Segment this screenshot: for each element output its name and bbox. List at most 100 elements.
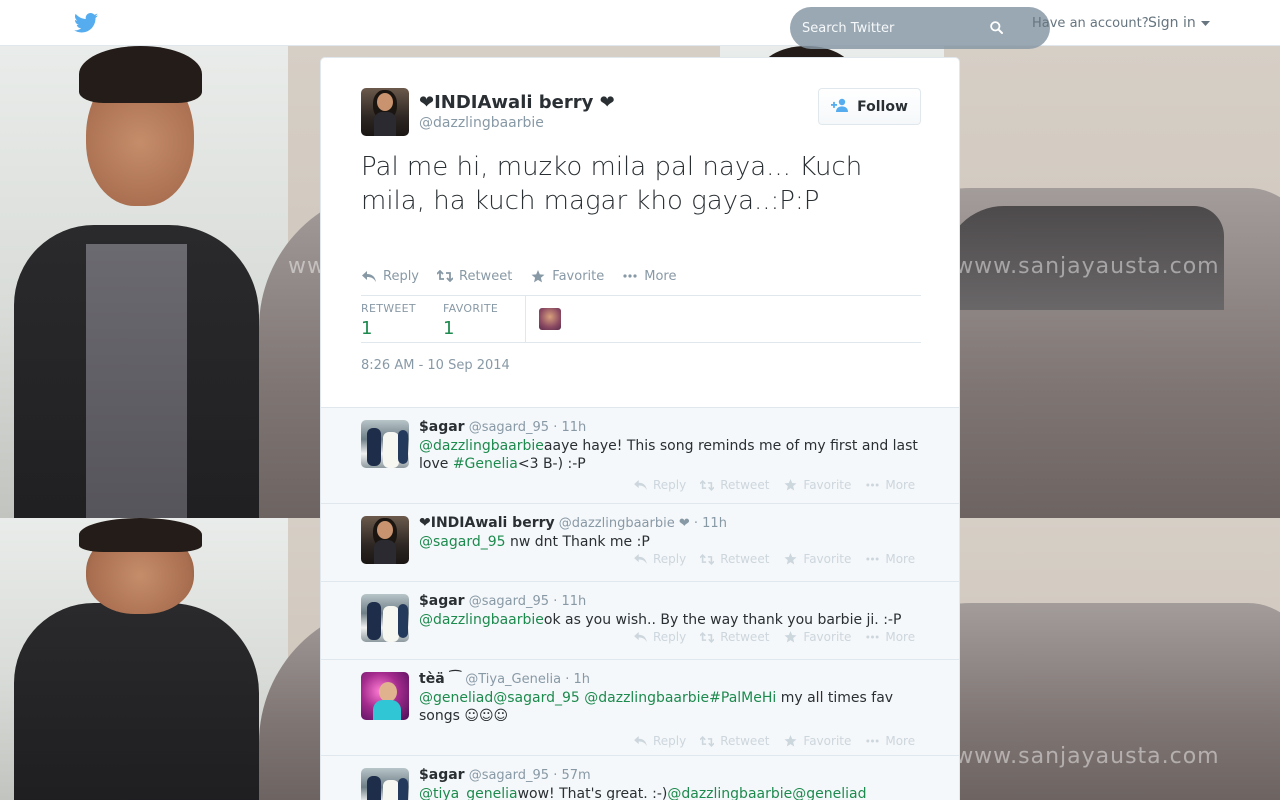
- reply-text: @dazzlingbaarbieok as you wish.. By the …: [419, 611, 919, 629]
- favorite-action[interactable]: Favorite: [530, 268, 604, 284]
- mention-link[interactable]: @geneliad: [792, 786, 866, 800]
- reply-time[interactable]: · 11h: [549, 594, 586, 609]
- reply-action[interactable]: Reply: [361, 268, 419, 284]
- reply-avatar[interactable]: [361, 594, 409, 642]
- reply-tweet[interactable]: $agar @sagard_95 · 11h @dazzlingbaarbieaa…: [321, 407, 959, 503]
- mention-link[interactable]: @dazzlingbaarbie: [419, 612, 544, 628]
- more-action[interactable]: More: [622, 268, 676, 284]
- author-fullname[interactable]: ❤INDIAwali berry ❤: [419, 92, 615, 113]
- reply-more-action[interactable]: More: [865, 630, 915, 644]
- reply-reply-action[interactable]: Reply: [633, 478, 686, 492]
- reply-more-action[interactable]: More: [865, 552, 915, 566]
- tweet-timestamp[interactable]: 8:26 AM - 10 Sep 2014: [361, 358, 510, 373]
- reply-favorite-label: Favorite: [803, 478, 852, 492]
- reply-retweet-action[interactable]: Retweet: [700, 478, 769, 492]
- reply-retweet-action[interactable]: Retweet: [700, 630, 769, 644]
- reply-username[interactable]: @Tiya_Genelia: [461, 672, 561, 687]
- reply-time[interactable]: · 1h: [561, 672, 590, 687]
- reply-favorite-action[interactable]: Favorite: [783, 478, 851, 492]
- reply-retweet-action[interactable]: Retweet: [700, 734, 769, 748]
- author-username[interactable]: @dazzlingbaarbie: [419, 115, 544, 131]
- reply-text: @geneliad@sagard_95 @dazzlingbaarbie#Pal…: [419, 689, 919, 725]
- reply-icon: [633, 630, 647, 644]
- retweet-action[interactable]: Retweet: [437, 268, 512, 284]
- reply-actions: Reply Retweet Favorite More: [633, 478, 929, 492]
- reply-fullname[interactable]: $agar: [419, 767, 465, 783]
- reply-username[interactable]: @sagard_95: [465, 768, 549, 783]
- have-account-text: Have an account?: [1032, 16, 1149, 31]
- mention-link[interactable]: @sagard_95: [493, 690, 580, 706]
- reply-tweet[interactable]: ❤INDIAwali berry @dazzlingbaarbie ❤ · 11…: [321, 503, 959, 581]
- reply-reply-label: Reply: [653, 552, 687, 566]
- favorite-stat[interactable]: FAVORITE 1: [443, 302, 498, 339]
- favorite-count: 1: [443, 318, 455, 339]
- search-icon[interactable]: [984, 15, 1008, 39]
- reply-text: @sagard_95 nw dnt Thank me :P: [419, 533, 919, 551]
- reply-reply-action[interactable]: Reply: [633, 734, 686, 748]
- reply-retweet-label: Retweet: [720, 734, 770, 748]
- reply-time[interactable]: · 57m: [549, 768, 590, 783]
- mention-link[interactable]: @dazzlingbaarbie: [667, 786, 792, 800]
- reply-favorite-action[interactable]: Favorite: [783, 552, 851, 566]
- reply-reply-label: Reply: [653, 734, 687, 748]
- reply-icon: [633, 478, 647, 492]
- reply-reply-label: Reply: [653, 478, 687, 492]
- reply-username[interactable]: @sagard_95: [465, 420, 549, 435]
- reply-favorite-label: Favorite: [803, 552, 852, 566]
- reply-avatar[interactable]: [361, 672, 409, 720]
- mention-link[interactable]: @dazzlingbaarbie: [419, 438, 544, 454]
- favoriter-avatar[interactable]: [539, 308, 561, 330]
- reply-label: Reply: [383, 268, 420, 284]
- mention-link[interactable]: @tiya_genelia: [419, 786, 518, 800]
- reply-avatar[interactable]: [361, 420, 409, 468]
- reply-favorite-action[interactable]: Favorite: [783, 734, 851, 748]
- retweet-count: 1: [361, 318, 373, 339]
- reply-fullname[interactable]: $agar: [419, 593, 465, 609]
- hashtag-link[interactable]: #Genelia: [453, 456, 518, 472]
- reply-more-action[interactable]: More: [865, 734, 915, 748]
- reply-username[interactable]: @dazzlingbaarbie: [555, 516, 675, 531]
- mention-link[interactable]: @sagard_95: [419, 534, 506, 550]
- reply-time[interactable]: ❤ · 11h: [675, 516, 727, 531]
- search-input[interactable]: [802, 18, 1002, 38]
- mention-link[interactable]: @geneliad: [419, 690, 493, 706]
- ellipsis-icon: [865, 552, 879, 566]
- reply-fullname[interactable]: $agar: [419, 419, 465, 435]
- signin-label: Sign in: [1148, 15, 1196, 31]
- reply-tweet[interactable]: $agar @sagard_95 · 57m @tiya_geneliawow! …: [321, 755, 959, 800]
- hashtag-link[interactable]: #PalMeHi: [709, 690, 776, 706]
- mention-link[interactable]: @dazzlingbaarbie: [584, 690, 709, 706]
- reply-retweet-label: Retweet: [720, 552, 770, 566]
- reply-fullname[interactable]: tèä ⁀: [419, 671, 461, 687]
- twitter-bird-icon[interactable]: [74, 13, 100, 35]
- author-avatar[interactable]: [361, 88, 409, 136]
- reply-text-segment: wow! That's great. :-): [517, 786, 668, 800]
- reply-retweet-action[interactable]: Retweet: [700, 552, 769, 566]
- reply-time[interactable]: · 11h: [549, 420, 586, 435]
- reply-more-action[interactable]: More: [865, 478, 915, 492]
- reply-tweet[interactable]: tèä ⁀ @Tiya_Genelia · 1h @geneliad@sagard…: [321, 659, 959, 755]
- reply-retweet-label: Retweet: [720, 630, 770, 644]
- reply-username[interactable]: @sagard_95: [465, 594, 549, 609]
- caret-down-icon: [1200, 15, 1210, 31]
- retweet-stat[interactable]: RETWEET 1: [361, 302, 416, 339]
- add-user-icon: [831, 98, 849, 116]
- follow-label: Follow: [857, 98, 908, 115]
- reply-tweet[interactable]: $agar @sagard_95 · 11h @dazzlingbaarbieok…: [321, 581, 959, 659]
- reply-icon: [361, 268, 377, 284]
- reply-reply-action[interactable]: Reply: [633, 630, 686, 644]
- reply-avatar[interactable]: [361, 516, 409, 564]
- retweet-icon: [700, 478, 715, 492]
- favorite-stat-label: FAVORITE: [443, 302, 499, 315]
- reply-text: @dazzlingbaarbieaaye haye! This song rem…: [419, 437, 919, 473]
- permalink-tweet-card: ❤INDIAwali berry ❤ @dazzlingbaarbie Foll…: [320, 57, 960, 800]
- signin-dropdown[interactable]: Sign in: [1148, 15, 1210, 31]
- reply-favorite-action[interactable]: Favorite: [783, 630, 851, 644]
- reply-header: tèä ⁀ @Tiya_Genelia · 1h: [419, 671, 590, 687]
- reply-icon: [633, 734, 647, 748]
- reply-avatar[interactable]: [361, 768, 409, 800]
- reply-fullname[interactable]: ❤INDIAwali berry: [419, 515, 555, 531]
- follow-button[interactable]: Follow: [818, 88, 921, 125]
- reply-reply-action[interactable]: Reply: [633, 552, 686, 566]
- retweet-icon: [700, 630, 715, 644]
